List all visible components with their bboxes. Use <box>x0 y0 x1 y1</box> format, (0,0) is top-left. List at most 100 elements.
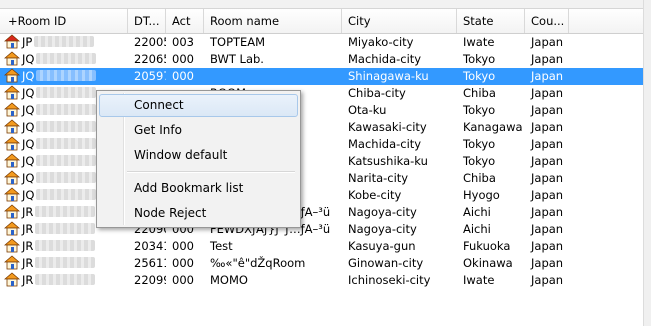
city-cell: Shinagawa-ku <box>348 69 429 83</box>
table-row[interactable]: JQ 22065 000 BWT Lab. Machida-city Tokyo Japan <box>0 51 643 68</box>
room-id-cell: JR <box>0 255 128 272</box>
dt-cell: 25611 <box>134 256 166 270</box>
country-cell: Japan <box>531 103 564 117</box>
city-cell: Nagoya-city <box>348 222 417 236</box>
room-id-text: JQ <box>22 171 35 185</box>
room-name-cell: MOMO <box>210 273 248 287</box>
orange-house-icon <box>4 238 20 253</box>
room-name-cell: ‰«"ê"dŽqRoom <box>210 256 306 270</box>
room-id-text: JR <box>22 273 34 287</box>
act-cell: 000 <box>172 69 194 83</box>
state-cell: Tokyo <box>463 137 496 151</box>
redacted-id <box>35 206 96 217</box>
room-id-text: JR <box>22 256 34 270</box>
state-cell: Iwate <box>463 273 495 287</box>
act-cell: 000 <box>172 52 194 66</box>
act-cell: 000 <box>172 239 194 253</box>
room-id-text: JQ <box>22 137 35 151</box>
state-cell: Iwate <box>463 35 495 49</box>
header-dt[interactable]: DT... <box>128 9 166 33</box>
header-state[interactable]: State <box>457 9 525 33</box>
dt-cell: 22005 <box>134 35 166 49</box>
country-cell: Japan <box>531 120 564 134</box>
room-name-cell <box>204 68 342 85</box>
city-cell: Ichinoseki-city <box>348 273 431 287</box>
menu-separator <box>127 171 295 173</box>
header-city[interactable]: City <box>342 9 457 33</box>
room-id-text: JQ <box>22 52 35 66</box>
room-id-cell: JP <box>0 34 128 51</box>
orange-house-icon <box>4 119 20 134</box>
orange-house-icon <box>4 68 20 83</box>
state-cell: Tokyo <box>463 103 496 117</box>
state-cell: Kanagawa <box>463 120 523 134</box>
orange-house-icon <box>4 153 20 168</box>
state-cell: Tokyo <box>463 69 496 83</box>
vertical-scrollbar[interactable] <box>643 0 651 326</box>
room-id-text: JQ <box>22 69 35 83</box>
menu-item-connect[interactable]: Connect <box>99 94 298 117</box>
table-row[interactable]: JR 20341 000 Test Kasuya-gun Fukuoka Japan <box>0 238 643 255</box>
orange-house-icon <box>4 136 20 151</box>
red-house-icon <box>4 34 20 49</box>
redacted-id <box>36 172 97 183</box>
redacted-id <box>34 36 95 47</box>
city-cell: Kawasaki-city <box>348 120 427 134</box>
city-cell: Chiba-city <box>348 86 406 100</box>
table-header: +Room ID DT... Act Room name City State … <box>0 9 643 34</box>
room-id-text: JP <box>22 35 33 49</box>
room-id-text: JQ <box>22 103 35 117</box>
city-cell: Kasuya-gun <box>348 239 416 253</box>
redacted-id <box>36 53 97 64</box>
previous-row-strip <box>0 0 651 9</box>
state-cell: Chiba <box>463 171 496 185</box>
country-cell: Japan <box>531 86 564 100</box>
act-cell: 003 <box>172 35 194 49</box>
redacted-id <box>35 274 96 285</box>
orange-house-icon <box>4 255 20 270</box>
state-cell: Aichi <box>463 222 491 236</box>
room-id-text: JR <box>22 205 34 219</box>
header-act[interactable]: Act <box>166 9 204 33</box>
table-row[interactable]: JP 22005 003 TOPTEAM Miyako-city Iwate Japan <box>0 34 643 51</box>
city-cell: Miyako-city <box>348 35 414 49</box>
room-id-cell: JR <box>0 272 128 289</box>
room-id-text: JR <box>22 222 34 236</box>
dt-cell: 22099 <box>134 273 166 287</box>
dt-cell: 20341 <box>134 239 166 253</box>
room-name-cell: BWT Lab. <box>210 52 264 66</box>
country-cell: Japan <box>531 154 564 168</box>
city-cell: Katsushika-ku <box>348 154 428 168</box>
city-cell: Machida-city <box>348 137 422 151</box>
table-row[interactable]: JR 25611 000 ‰«"ê"dŽqRoom Ginowan-city Okinaw… <box>0 255 643 272</box>
country-cell: Japan <box>531 256 564 270</box>
menu-item-add-bookmark-list[interactable]: Add Bookmark list <box>99 177 298 200</box>
redacted-id <box>36 155 97 166</box>
redacted-id <box>36 70 97 81</box>
table-row[interactable]: JR 22099 000 MOMO Ichinoseki-city Iwate Japan <box>0 272 643 289</box>
city-cell: Nagoya-city <box>348 205 417 219</box>
header-room-id[interactable]: +Room ID <box>0 9 128 33</box>
header-room-name[interactable]: Room name <box>204 9 342 33</box>
room-id-text: JQ <box>22 120 35 134</box>
orange-house-icon <box>4 170 20 185</box>
state-cell: Tokyo <box>463 154 496 168</box>
header-country[interactable]: Cou... <box>525 9 569 33</box>
menu-item-window-default[interactable]: Window default <box>99 144 298 167</box>
country-cell: Japan <box>531 205 564 219</box>
menu-item-get-info[interactable]: Get Info <box>99 119 298 142</box>
country-cell: Japan <box>531 137 564 151</box>
orange-house-icon <box>4 102 20 117</box>
redacted-id <box>35 223 96 234</box>
dt-cell: 22065 <box>134 52 166 66</box>
redacted-id <box>36 189 97 200</box>
room-name-cell: Test <box>210 239 233 253</box>
state-cell: Chiba <box>463 86 496 100</box>
redacted-id <box>36 121 97 132</box>
city-cell: Machida-city <box>348 52 422 66</box>
country-cell: Japan <box>531 239 564 253</box>
menu-item-node-reject[interactable]: Node Reject <box>99 202 298 225</box>
state-cell: Tokyo <box>463 52 496 66</box>
table-row-selected[interactable]: JQ 20597 000 Shinagawa-ku Tokyo Japan <box>0 68 643 85</box>
city-cell: Ota-ku <box>348 103 387 117</box>
